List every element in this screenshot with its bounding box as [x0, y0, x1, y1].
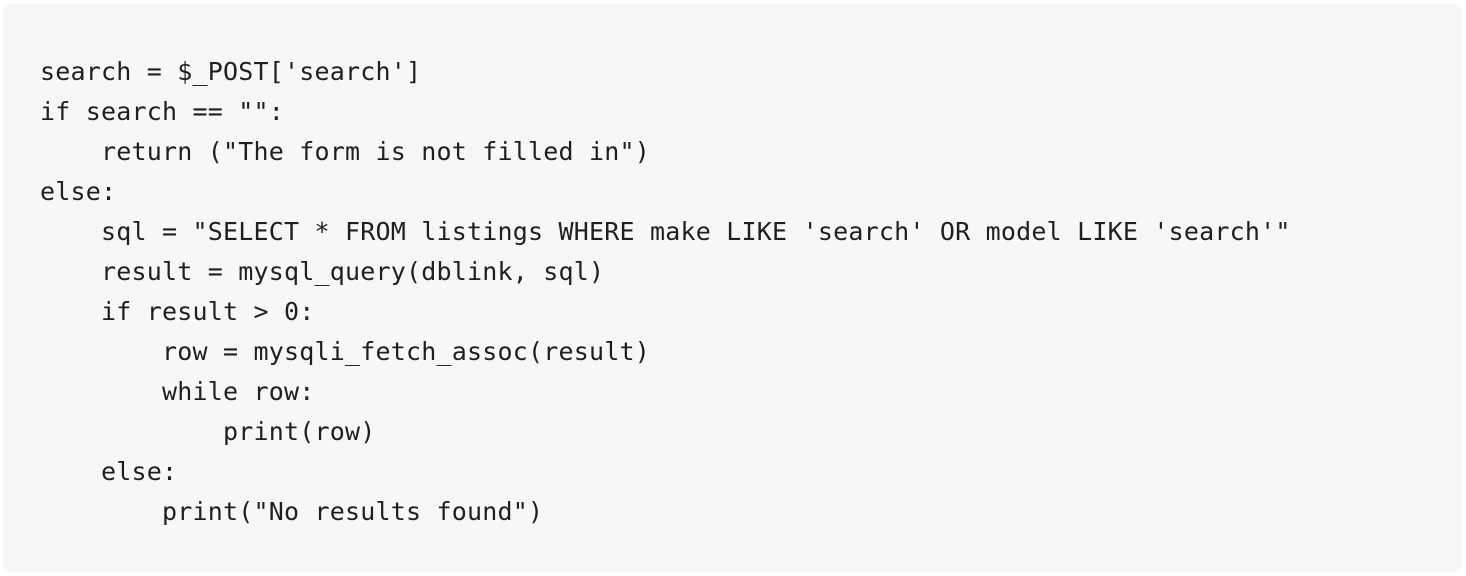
code-line: row = mysqli_fetch_assoc(result)	[40, 337, 651, 366]
code-line: search = $_POST['search']	[40, 57, 422, 86]
code-line: print(row)	[40, 417, 376, 446]
code-line: if search == "":	[40, 97, 285, 126]
code-line: if result > 0:	[40, 297, 315, 326]
code-line: result = mysql_query(dblink, sql)	[40, 257, 605, 286]
code-line: while row:	[40, 377, 315, 406]
code-line: else:	[40, 177, 117, 206]
code-line: print("No results found")	[40, 497, 544, 526]
code-line: else:	[40, 457, 178, 486]
code-line: sql = "SELECT * FROM listings WHERE make…	[40, 217, 1291, 246]
code-block: search = $_POST['search'] if search == "…	[3, 4, 1462, 572]
code-line: return ("The form is not filled in")	[40, 137, 651, 166]
